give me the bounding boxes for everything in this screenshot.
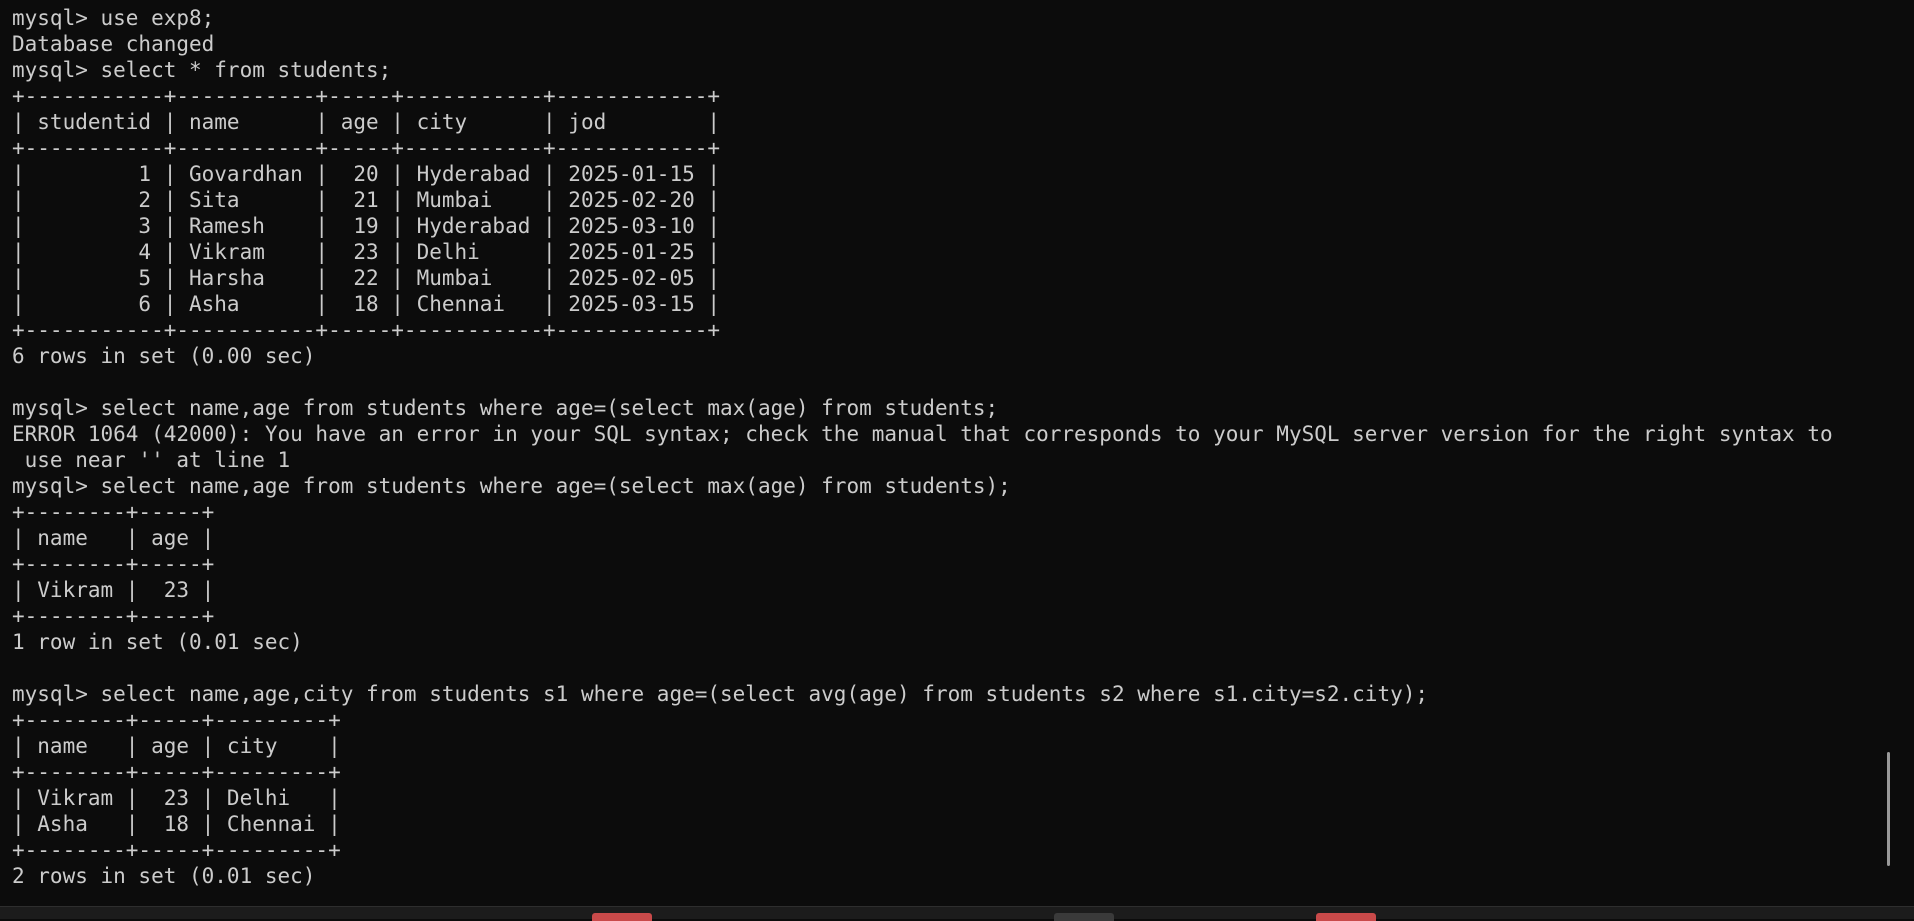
- vertical-scrollbar[interactable]: [1878, 0, 1896, 906]
- taskbar-app-indicator-3[interactable]: [1316, 913, 1376, 921]
- terminal-line: 6 rows in set (0.00 sec): [12, 344, 316, 368]
- terminal-line: ERROR 1064 (42000): You have an error in…: [12, 422, 1833, 446]
- terminal-line: 1 row in set (0.01 sec): [12, 630, 303, 654]
- terminal-line: +--------+-----+---------+: [12, 708, 341, 732]
- terminal-line: | studentid | name | age | city | jod |: [12, 110, 721, 134]
- terminal-output[interactable]: mysql> use exp8; Database changed mysql> s…: [0, 0, 1896, 889]
- terminal-window[interactable]: mysql> use exp8; Database changed mysql> s…: [0, 0, 1896, 906]
- terminal-line: | name | age | city |: [12, 734, 341, 758]
- terminal-line: +--------+-----+: [12, 552, 215, 576]
- terminal-line: | name | age |: [12, 526, 215, 550]
- terminal-line: mysql> select name,age,city from student…: [12, 682, 1429, 706]
- terminal-line: Database changed: [12, 32, 215, 56]
- terminal-line: +--------+-----+---------+: [12, 760, 341, 784]
- terminal-line: | 3 | Ramesh | 19 | Hyderabad | 2025-03-…: [12, 214, 721, 238]
- terminal-line: | 2 | Sita | 21 | Mumbai | 2025-02-20 |: [12, 188, 721, 212]
- terminal-line: | Vikram | 23 |: [12, 578, 215, 602]
- terminal-line: | Asha | 18 | Chennai |: [12, 812, 341, 836]
- terminal-line: +--------+-----+: [12, 500, 215, 524]
- terminal-line: +--------+-----+: [12, 604, 215, 628]
- terminal-line: +-----------+-----------+-----+---------…: [12, 318, 721, 342]
- terminal-line: | 6 | Asha | 18 | Chennai | 2025-03-15 |: [12, 292, 721, 316]
- terminal-line: mysql> select name,age from students whe…: [12, 474, 1011, 498]
- terminal-line: 2 rows in set (0.01 sec): [12, 864, 316, 888]
- terminal-line: | Vikram | 23 | Delhi |: [12, 786, 341, 810]
- terminal-line: use near '' at line 1: [12, 448, 291, 472]
- taskbar-app-indicator-1[interactable]: [592, 913, 652, 921]
- terminal-line: | 4 | Vikram | 23 | Delhi | 2025-01-25 |: [12, 240, 721, 264]
- terminal-line: | 1 | Govardhan | 20 | Hyderabad | 2025-…: [12, 162, 721, 186]
- terminal-line: +--------+-----+---------+: [12, 838, 341, 862]
- scrollbar-thumb[interactable]: [1887, 752, 1890, 866]
- taskbar: [0, 906, 1914, 921]
- terminal-line: | 5 | Harsha | 22 | Mumbai | 2025-02-05 …: [12, 266, 721, 290]
- terminal-line: mysql> select * from students;: [12, 58, 392, 82]
- terminal-line: mysql> use exp8;: [12, 6, 215, 30]
- terminal-line: +-----------+-----------+-----+---------…: [12, 136, 721, 160]
- taskbar-app-indicator-2[interactable]: [1054, 913, 1114, 921]
- terminal-line: mysql> select name,age from students whe…: [12, 396, 999, 420]
- terminal-line: +-----------+-----------+-----+---------…: [12, 84, 721, 108]
